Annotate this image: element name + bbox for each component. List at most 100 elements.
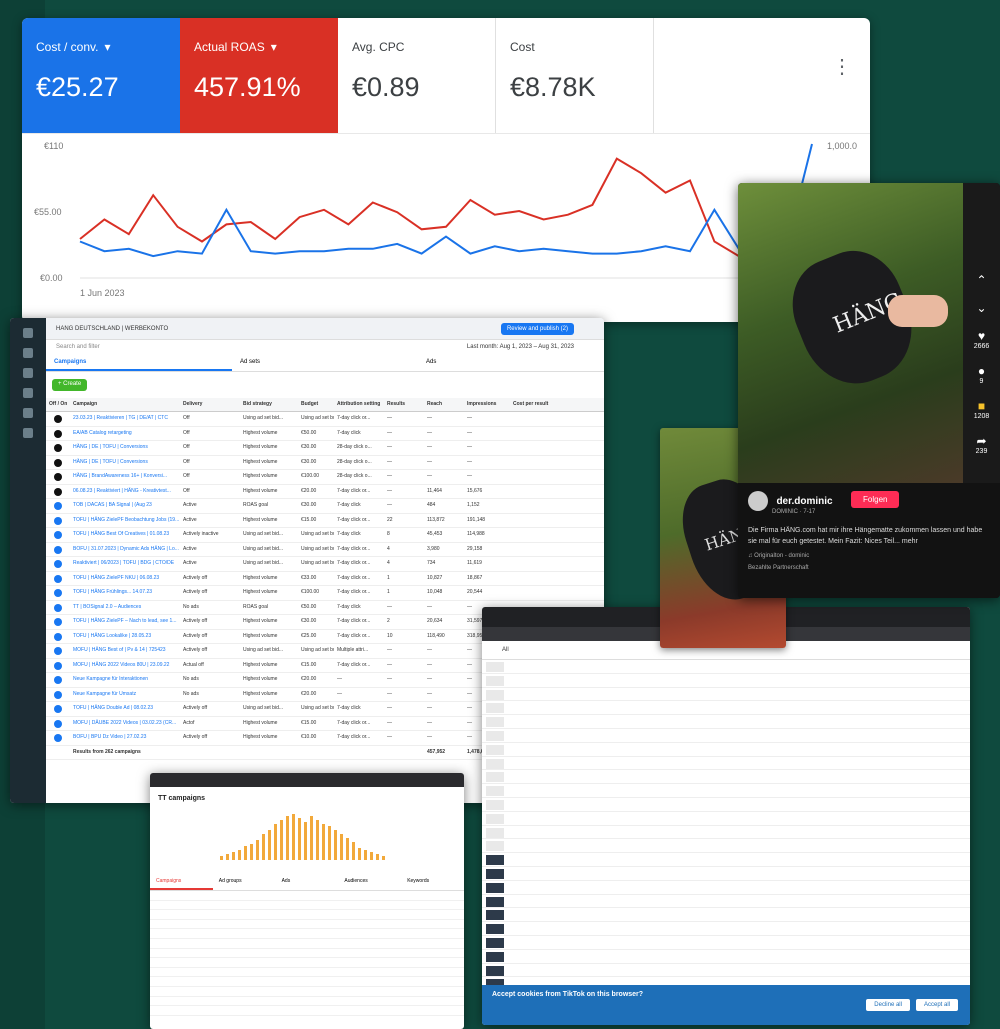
toggle-switch[interactable] — [54, 545, 62, 554]
campaign-name-link[interactable]: TOFU | HÄNG Best Of Creatives | 01.08.23 — [70, 528, 180, 542]
table-row[interactable] — [150, 929, 464, 939]
kpi-cost[interactable]: Cost €8.78K — [496, 18, 654, 133]
table-row[interactable] — [482, 936, 970, 950]
table-row[interactable] — [482, 964, 970, 978]
toggle-switch[interactable] — [54, 632, 62, 641]
toggle-switch[interactable] — [54, 589, 62, 597]
toggle-switch[interactable] — [54, 618, 62, 626]
campaign-name-link[interactable]: EA/AB Catalog retargeting — [70, 427, 180, 441]
table-row[interactable] — [482, 660, 970, 674]
table-row[interactable] — [150, 939, 464, 949]
table-row[interactable]: TOFU | HÄNG Frühlings... 14.07.23 Activel… — [46, 586, 604, 601]
table-row[interactable] — [150, 987, 464, 997]
campaign-name-link[interactable]: Neue Kampagne für Interaktionen — [70, 673, 180, 687]
account-selector[interactable]: HANG DEUTSCHLAND | WERBEKONTO — [56, 326, 168, 332]
table-row[interactable] — [150, 968, 464, 978]
col-header[interactable]: Campaign — [70, 398, 180, 411]
table-row[interactable] — [482, 826, 970, 840]
table-row[interactable] — [150, 910, 464, 920]
tiktok-video[interactable]: HÄNG — [738, 183, 963, 483]
tab-ad-groups[interactable]: Ad groups — [213, 874, 276, 890]
table-row[interactable] — [482, 784, 970, 798]
heart-icon[interactable]: ♥ — [963, 329, 1000, 343]
table-row[interactable] — [482, 715, 970, 729]
table-row[interactable] — [150, 997, 464, 1007]
campaign-name-link[interactable]: TOFU | HÄNG Double Ad | 08.02.23 — [70, 702, 180, 716]
toggle-switch[interactable] — [54, 444, 62, 452]
toggle-switch[interactable] — [54, 458, 62, 467]
toggle-switch[interactable] — [54, 734, 62, 742]
table-row[interactable] — [150, 958, 464, 968]
toggle-switch[interactable] — [54, 574, 62, 583]
kpi-avg-cpc[interactable]: Avg. CPC €0.89 — [338, 18, 496, 133]
table-row[interactable] — [482, 867, 970, 881]
table-row[interactable] — [150, 977, 464, 987]
table-row[interactable] — [482, 853, 970, 867]
campaign-name-link[interactable]: TOFU | HÄNG Frühlings... 14.07.23 — [70, 586, 180, 600]
table-row[interactable] — [482, 674, 970, 688]
review-publish-button[interactable]: Review and publish (2) — [500, 322, 574, 335]
table-row[interactable]: 23.03.23 | Reaktivieren | TG | DE/AT | C… — [46, 412, 604, 427]
campaign-name-link[interactable]: TOFU | HÄNG ZielePF – Nach to lead, see … — [70, 615, 180, 629]
campaign-name-link[interactable]: BOFU | 31.07.2023 | Dynamic Ads HÄNG | L… — [70, 543, 180, 557]
table-row[interactable] — [482, 950, 970, 964]
date-range-picker[interactable]: Last month: Aug 1, 2023 – Aug 31, 2023 — [467, 344, 574, 350]
table-row[interactable]: HÄNG | DE | TOFU | Conversions Off Highest… — [46, 456, 604, 470]
tab-campaigns[interactable]: Campaigns — [150, 874, 213, 890]
campaign-name-link[interactable]: 23.03.23 | Reaktivieren | TG | DE/AT | C… — [70, 412, 180, 426]
tab-ad-sets[interactable]: Ad sets — [232, 354, 418, 371]
chevron-up-icon[interactable]: ⌃ — [963, 273, 1000, 287]
chart-icon[interactable] — [23, 388, 33, 398]
table-row[interactable] — [150, 891, 464, 901]
col-header[interactable]: Reach — [424, 398, 464, 411]
table-row[interactable] — [482, 908, 970, 923]
toggle-switch[interactable] — [54, 690, 62, 699]
chevron-down-icon[interactable]: ⌄ — [963, 301, 1000, 315]
table-row[interactable] — [482, 922, 970, 936]
toggle-switch[interactable] — [54, 429, 62, 438]
toggle-switch[interactable] — [54, 473, 62, 481]
campaign-name-link[interactable]: TOB | DACAS | BA Signal | (Aug 23 — [70, 499, 180, 513]
tab-keywords[interactable]: Keywords — [401, 874, 464, 890]
table-row[interactable] — [482, 701, 970, 716]
table-row[interactable] — [482, 895, 970, 909]
table-row[interactable]: HÄNG | DE | TOFU | Conversions Off Highest… — [46, 441, 604, 456]
kpi-cost-per-conv[interactable]: Cost / conv. ▾ €25.27 — [22, 18, 180, 133]
toggle-switch[interactable] — [54, 705, 62, 713]
audience-icon[interactable] — [23, 408, 33, 418]
create-button[interactable]: + Create — [52, 379, 88, 391]
toggle-switch[interactable] — [54, 487, 62, 496]
kpi-actual-roas[interactable]: Actual ROAS ▾ 457.91% — [180, 18, 338, 133]
comment-icon[interactable]: ● — [963, 364, 1000, 378]
search-input[interactable]: Search and filter — [56, 344, 100, 350]
table-row[interactable]: TOB | DACAS | BA Signal | (Aug 23 Active R… — [46, 499, 604, 514]
table-row[interactable] — [482, 812, 970, 826]
col-header[interactable]: Cost per result — [510, 398, 554, 411]
username[interactable]: der.dominic — [776, 496, 832, 507]
table-row[interactable] — [482, 743, 970, 757]
col-header[interactable]: Impressions — [464, 398, 510, 411]
campaign-name-link[interactable]: HÄNG | DE | TOFU | Conversions — [70, 441, 180, 455]
campaign-name-link[interactable]: HÄNG | DE | TOFU | Conversions — [70, 456, 180, 470]
toggle-switch[interactable] — [54, 516, 62, 525]
toggle-switch[interactable] — [54, 676, 62, 684]
table-row[interactable] — [482, 729, 970, 743]
table-row[interactable] — [482, 839, 970, 854]
tab-audiences[interactable]: Audiences — [338, 874, 401, 890]
table-row[interactable] — [482, 757, 970, 771]
meta-logo-icon[interactable] — [23, 328, 33, 338]
home-icon[interactable] — [23, 348, 33, 358]
col-header[interactable]: Attribution setting — [334, 398, 384, 411]
table-row[interactable] — [482, 798, 970, 812]
table-row[interactable] — [150, 920, 464, 930]
campaign-name-link[interactable]: HÄNG | BrandAwareness 16+ | Konversi... — [70, 470, 180, 484]
bookmark-icon[interactable]: ■ — [963, 399, 1000, 413]
table-row[interactable]: TOFU | HÄNG ZielePF Beobachtung Jobs (19… — [46, 514, 604, 528]
table-row[interactable]: Reaktiviert | 06/2023 | TOFU | BDG | CTO… — [46, 557, 604, 572]
toggle-switch[interactable] — [54, 560, 62, 568]
avatar[interactable] — [748, 491, 768, 511]
accept-cookies-button[interactable]: Accept all — [915, 999, 958, 1011]
table-row[interactable] — [150, 1006, 464, 1016]
table-row[interactable]: EA/AB Catalog retargeting Off Highest volu… — [46, 427, 604, 441]
table-row[interactable]: TOFU | HÄNG ZielePF NKU | 06.08.23 Active… — [46, 572, 604, 586]
